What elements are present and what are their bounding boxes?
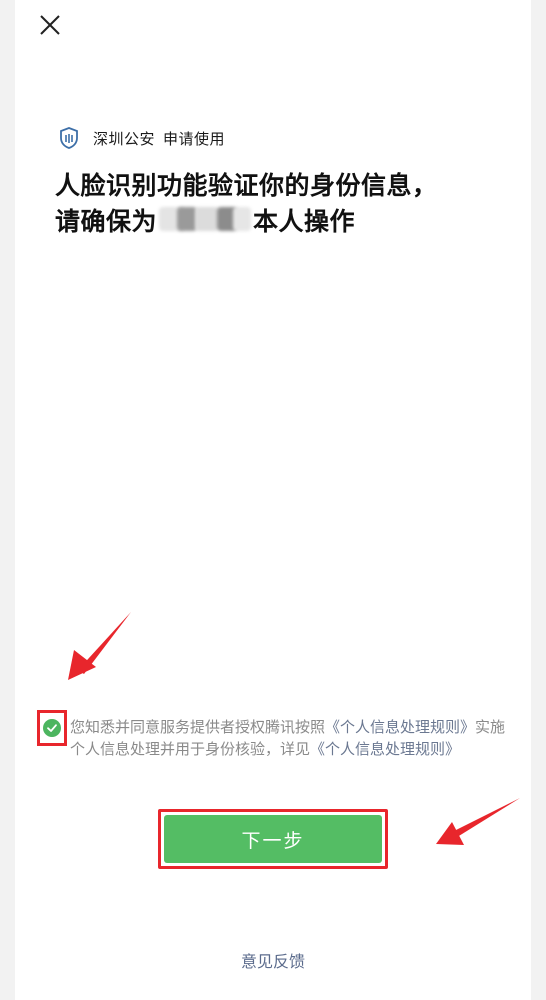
requesting-app: 深圳公安 申请使用 [59, 126, 225, 150]
page-title: 人脸识别功能验证你的身份信息， 请确保为 本人操作 [55, 168, 495, 240]
blurred-user-name [159, 204, 252, 234]
next-button-highlight: 下一步 [158, 809, 388, 869]
next-button[interactable]: 下一步 [164, 815, 382, 863]
title-line-2: 请确保为 本人操作 [55, 204, 495, 240]
title-line-2-prefix: 请确保为 [55, 207, 158, 236]
close-icon [40, 15, 60, 35]
app-name: 深圳公安 [93, 129, 156, 148]
app-action-label: 申请使用 [163, 129, 226, 148]
consent-text: 您知悉并同意服务提供者授权腾讯按照《个人信息处理规则》实施个人信息处理并用于身份… [70, 716, 510, 760]
check-icon [43, 719, 61, 737]
privacy-rules-link-1[interactable]: 《个人信息处理规则》 [325, 718, 475, 736]
privacy-rules-link-2[interactable]: 《个人信息处理规则》 [310, 740, 460, 758]
consent-checkbox[interactable] [37, 710, 67, 746]
consent-text-part1: 您知悉并同意服务提供者授权腾讯按照 [70, 718, 326, 736]
face-verify-page: 深圳公安 申请使用 人脸识别功能验证你的身份信息， 请确保为 本人操作 您知悉并… [15, 0, 531, 1000]
shield-icon [60, 127, 78, 149]
close-button[interactable] [37, 12, 63, 38]
feedback-link[interactable]: 意见反馈 [15, 948, 531, 972]
title-line-1: 人脸识别功能验证你的身份信息， [55, 171, 438, 200]
title-line-2-suffix: 本人操作 [253, 207, 356, 236]
